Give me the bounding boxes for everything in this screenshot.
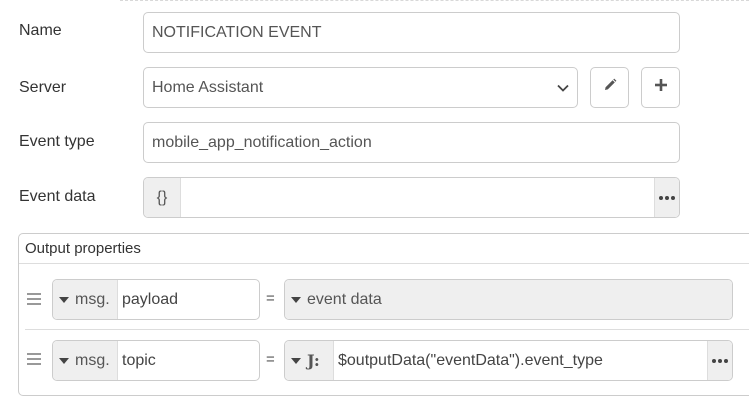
top-divider: [120, 0, 749, 1]
server-label: Server: [19, 79, 67, 96]
drag-handle-icon[interactable]: [27, 293, 41, 305]
msg-prefix: msg.: [75, 351, 110, 369]
add-server-button[interactable]: [641, 67, 680, 108]
output-properties-title: Output properties: [19, 234, 749, 264]
name-label: Name: [19, 22, 62, 39]
jsonata-icon: J:: [307, 351, 320, 370]
expression-expand-button[interactable]: [707, 341, 732, 380]
output-row-property-input[interactable]: msg. payload: [52, 279, 260, 320]
event-data-value[interactable]: [181, 178, 654, 217]
equals-sign: =: [266, 290, 275, 307]
output-row-property-value[interactable]: topic: [118, 341, 259, 380]
server-select[interactable]: Home Assistant: [143, 67, 578, 108]
output-row-value[interactable]: $outputData("eventData").event_type: [334, 341, 707, 380]
msg-prefix: msg.: [75, 290, 110, 308]
ellipsis-icon: [659, 195, 675, 200]
caret-down-icon: [59, 296, 69, 303]
jsonata-type-button[interactable]: J:: [285, 341, 334, 380]
server-select-value: Home Assistant: [152, 78, 264, 96]
output-row-value-input[interactable]: J: $outputData("eventData").event_type: [284, 340, 733, 381]
edit-server-button[interactable]: [590, 67, 629, 108]
pencil-icon: [603, 78, 617, 97]
caret-down-icon: [291, 296, 301, 303]
ellipsis-icon: [712, 358, 728, 363]
value-type-label: event data: [307, 290, 382, 308]
msg-type-button[interactable]: msg.: [53, 341, 118, 380]
name-input[interactable]: [143, 12, 680, 53]
output-row-property-input[interactable]: msg. topic: [52, 340, 260, 381]
event-data-type-button[interactable]: event data: [285, 280, 732, 319]
output-row-value-input[interactable]: event data: [284, 279, 733, 320]
msg-type-button[interactable]: msg.: [53, 280, 118, 319]
event-type-label: Event type: [19, 133, 95, 150]
json-type-button[interactable]: {}: [144, 178, 181, 217]
chevron-down-icon: [557, 84, 569, 92]
event-data-label: Event data: [19, 188, 96, 205]
plus-icon: [654, 78, 668, 97]
event-data-input[interactable]: {}: [143, 177, 680, 218]
caret-down-icon: [59, 357, 69, 364]
drag-handle-icon[interactable]: [27, 353, 41, 365]
event-data-expand-button[interactable]: [654, 178, 679, 217]
row-divider: [25, 329, 749, 330]
event-type-input[interactable]: [143, 122, 680, 163]
equals-sign: =: [266, 351, 275, 368]
caret-down-icon: [291, 357, 301, 364]
output-row-property-value[interactable]: payload: [118, 280, 259, 319]
json-icon: {}: [156, 188, 168, 206]
